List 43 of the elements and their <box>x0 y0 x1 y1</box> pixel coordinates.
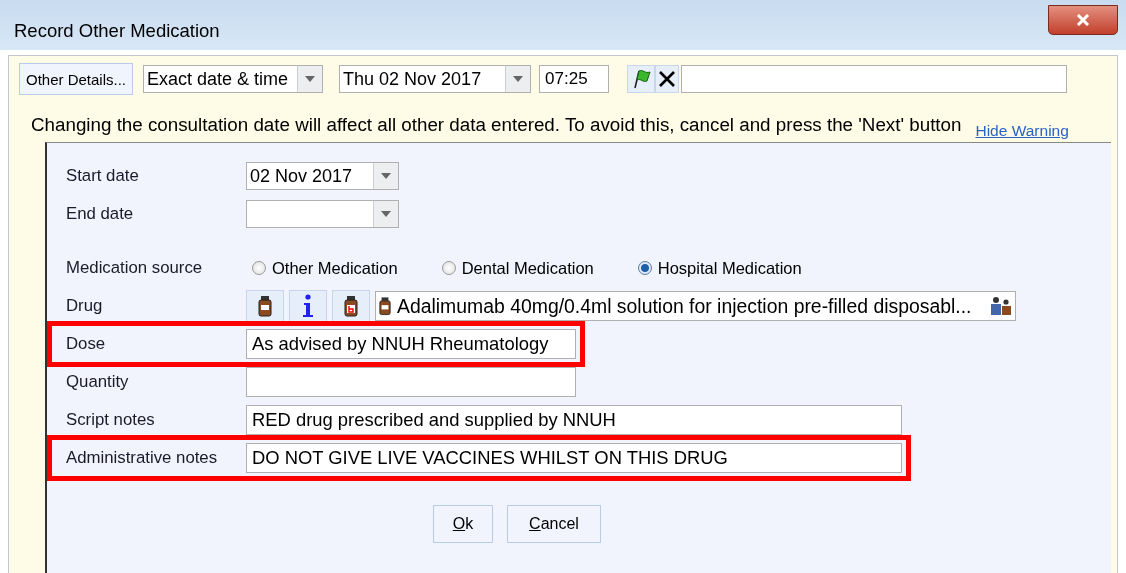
text-field[interactable]: RED drug prescribed and supplied by NNUH <box>246 405 902 435</box>
radio-option[interactable]: Dental Medication <box>441 258 594 278</box>
drug-button[interactable] <box>246 290 284 322</box>
bottle-icon <box>379 296 391 316</box>
info-icon <box>302 294 314 318</box>
text-field[interactable]: As advised by NNUH Rheumatology <box>246 329 576 359</box>
other-details-button[interactable]: Other Details... <box>19 63 134 95</box>
field-label: Quantity <box>66 372 130 392</box>
field-label: End date <box>66 204 135 224</box>
window-title: Record Other Medication <box>14 20 220 42</box>
radio-button[interactable] <box>637 261 652 275</box>
clear-button[interactable] <box>655 65 680 93</box>
radio-option[interactable]: Other Medication <box>252 258 398 278</box>
cross-icon <box>658 70 677 88</box>
time-field[interactable]: 07:25 <box>539 65 610 93</box>
date-mode-dropdown[interactable]: Exact date & time <box>143 65 324 93</box>
field-label: Drug <box>66 296 104 316</box>
field-label: Administrative notes <box>66 448 219 468</box>
text-field[interactable]: DO NOT GIVE LIVE VACCINES WHILST ON THIS DRUG <box>246 443 902 473</box>
field-label: Medication source <box>66 258 204 278</box>
field-label: Dose <box>66 334 107 354</box>
radio-button[interactable] <box>252 261 266 275</box>
drug-field[interactable]: Adalimumab 40mg/0.4ml solution for injection pre-filled disposabl... <box>375 291 1016 321</box>
warning-message: Changing the consultation date will affect all other data entered. To avoid this, cancel and press the 'Next' button <box>31 114 962 136</box>
bottle-icon <box>344 295 358 317</box>
hide-warning-link[interactable]: Hide Warning <box>975 122 1069 140</box>
date-dropdown[interactable]: Thu 02 Nov 2017 <box>339 65 532 93</box>
field-label: Script notes <box>66 410 156 430</box>
comment-field[interactable] <box>681 65 1068 93</box>
bottle-icon <box>258 295 272 317</box>
ok-button[interactable]: Ok <box>433 505 493 543</box>
close-icon <box>1076 14 1090 26</box>
radio-button[interactable] <box>441 261 456 275</box>
radio-option[interactable]: Hospital Medication <box>637 258 802 278</box>
info-button[interactable] <box>289 290 327 322</box>
date-dropdown[interactable]: 02 Nov 2017 <box>246 162 399 190</box>
field-label: Start date <box>66 166 140 186</box>
cancel-button[interactable]: Cancel <box>507 505 601 543</box>
flag-button[interactable] <box>627 65 656 93</box>
text-field[interactable] <box>246 367 576 397</box>
bottle-button[interactable] <box>332 290 370 322</box>
close-button[interactable] <box>1048 5 1118 35</box>
people-icon <box>990 296 1012 316</box>
